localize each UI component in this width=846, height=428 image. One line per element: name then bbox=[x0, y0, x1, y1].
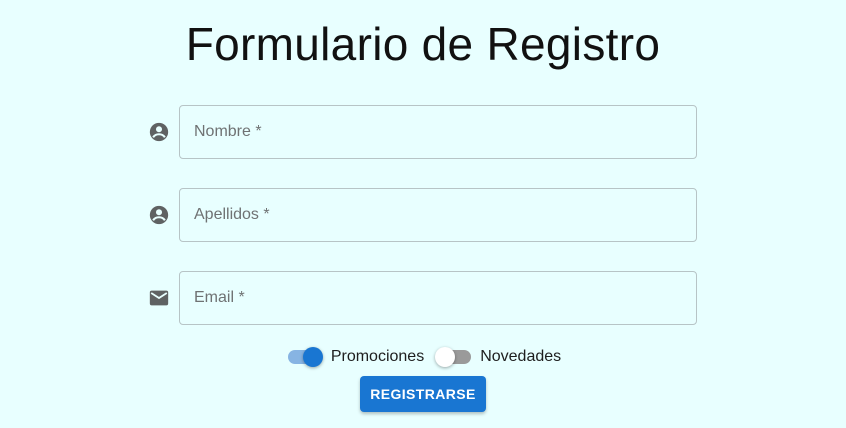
apellidos-input[interactable] bbox=[180, 189, 696, 241]
email-field[interactable] bbox=[179, 271, 697, 325]
switch-thumb bbox=[302, 347, 323, 367]
promociones-switch-item[interactable]: Promociones bbox=[285, 345, 424, 369]
register-button[interactable]: REGISTRARSE bbox=[360, 376, 486, 412]
novedades-switch-item[interactable]: Novedades bbox=[434, 345, 561, 369]
email-icon bbox=[149, 290, 169, 306]
novedades-label: Novedades bbox=[480, 348, 562, 365]
promociones-toggle[interactable] bbox=[285, 345, 325, 369]
nombre-input[interactable] bbox=[180, 106, 696, 158]
nombre-field-row bbox=[146, 105, 699, 161]
apellidos-field[interactable] bbox=[179, 188, 697, 242]
promociones-label: Promociones bbox=[330, 348, 425, 365]
novedades-toggle[interactable] bbox=[434, 345, 474, 369]
page-title: Formulario de Registro bbox=[185, 18, 661, 70]
email-input[interactable] bbox=[180, 272, 696, 324]
registration-page: Formulario de Registro Nombre * Apellido… bbox=[0, 0, 846, 428]
account-circle-icon bbox=[149, 122, 169, 142]
switch-thumb bbox=[435, 347, 456, 367]
account-circle-icon bbox=[149, 205, 169, 225]
nombre-field[interactable] bbox=[179, 105, 697, 159]
email-field-row bbox=[146, 271, 699, 327]
preferences-switches: Promociones Novedades bbox=[0, 344, 846, 370]
apellidos-field-row bbox=[146, 188, 699, 244]
